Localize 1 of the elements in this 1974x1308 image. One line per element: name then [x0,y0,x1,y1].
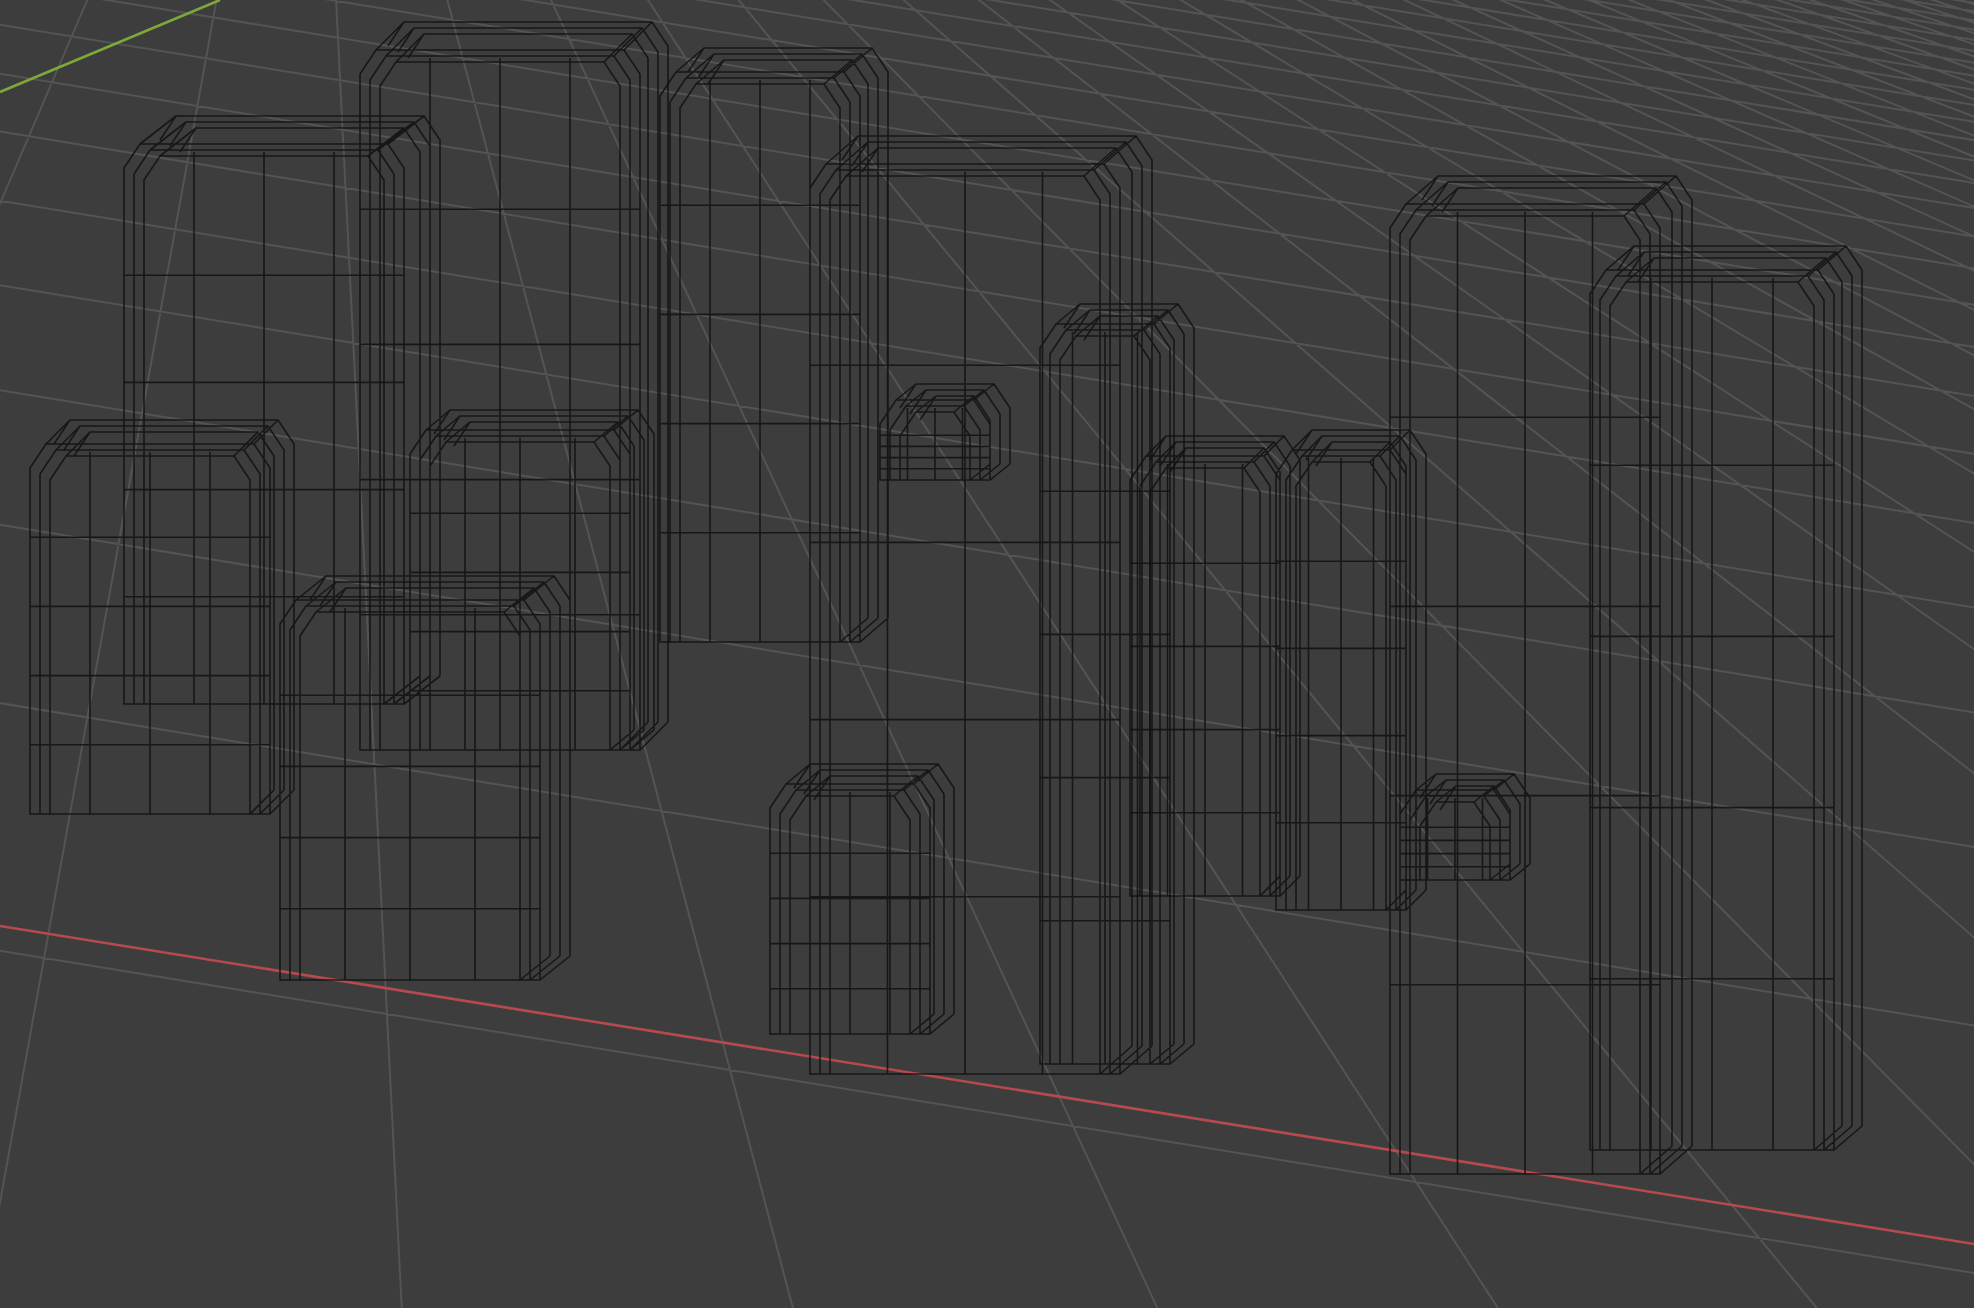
viewport-canvas[interactable] [0,0,1974,1308]
